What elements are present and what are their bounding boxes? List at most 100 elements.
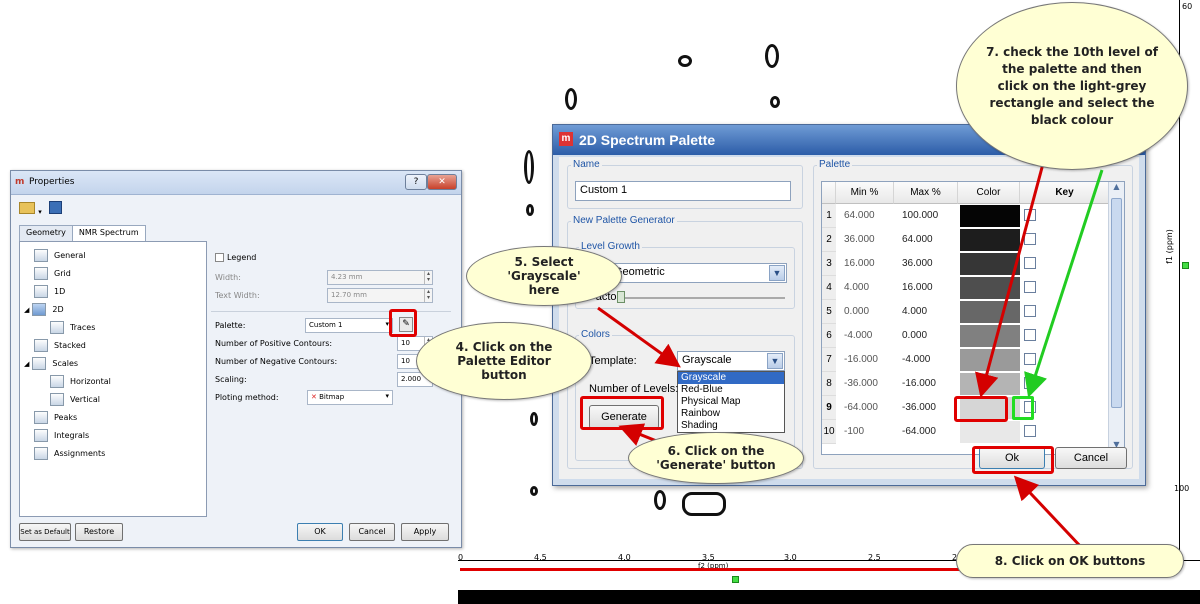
color-swatch[interactable]	[960, 301, 1020, 323]
template-label: Template:	[589, 355, 637, 367]
tree-item-assignments[interactable]: Assignments	[34, 446, 105, 462]
color-swatch[interactable]	[960, 373, 1020, 395]
tree-item-traces[interactable]: Traces	[50, 320, 95, 336]
color-swatch[interactable]	[960, 349, 1020, 371]
table-scrollbar[interactable]: ▲ ▼	[1108, 182, 1124, 454]
row-max: -4.000	[902, 354, 931, 365]
tree-item-horizontal[interactable]: Horizontal	[50, 374, 111, 390]
palette-row[interactable]: 3 16.000 36.000	[822, 252, 1088, 276]
x-axis-handle[interactable]	[732, 576, 739, 583]
template-option[interactable]: Rainbow	[678, 408, 784, 420]
set-as-default-button[interactable]: Set as Default	[19, 523, 71, 541]
color-swatch[interactable]	[960, 205, 1020, 227]
legend-checkbox[interactable]	[215, 253, 224, 262]
tree-item-grid[interactable]: Grid	[34, 266, 71, 282]
template-option[interactable]: Shading	[678, 420, 784, 432]
growth-select[interactable]: Geometric ▼	[609, 263, 787, 283]
close-button[interactable]: ✕	[427, 174, 457, 190]
tree-item-general[interactable]: General	[34, 248, 86, 264]
settings-tree: General Grid 1D ◢ 2D Traces Stacked ◢ Scal…	[19, 241, 207, 517]
color-swatch[interactable]	[960, 253, 1020, 275]
tree-item-stacked[interactable]: Stacked	[34, 338, 86, 354]
tree-label: 2D	[52, 305, 64, 314]
help-button[interactable]: ?	[405, 174, 427, 190]
stacked-icon	[34, 339, 48, 352]
palette-row[interactable]: 8 -36.000 -16.000	[822, 372, 1088, 396]
col-color-header: Color	[958, 182, 1020, 204]
row-max: 16.000	[902, 282, 933, 293]
row-index: 1	[822, 204, 836, 228]
app-icon: m	[15, 177, 25, 187]
key-checkbox[interactable]	[1024, 281, 1036, 293]
cancel-button[interactable]: Cancel	[1055, 447, 1127, 469]
y-tick-label: 100	[1174, 484, 1190, 493]
key-checkbox[interactable]	[1024, 233, 1036, 245]
tree-item-scales[interactable]: ◢ Scales	[24, 356, 78, 372]
palette-row[interactable]: 1 64.000 100.000	[822, 204, 1088, 228]
palette-row[interactable]: 4 4.000 16.000	[822, 276, 1088, 300]
row-max: -64.000	[902, 426, 936, 437]
width-field[interactable]: 4.23 mm ▴ ▾	[327, 270, 433, 285]
palette-dialog-body: Name Custom 1 New Palette Generator Leve…	[559, 157, 1139, 479]
x-tick-label: 3.5	[702, 553, 715, 562]
tree-item-peaks[interactable]: Peaks	[34, 410, 77, 426]
dropdown-arrow-icon[interactable]: ▾	[38, 208, 42, 216]
expand-icon[interactable]: ◢	[24, 360, 29, 368]
palette-row[interactable]: 10 -100 -64.000	[822, 420, 1088, 444]
chevron-down-icon[interactable]: ▼	[769, 265, 785, 281]
key-checkbox[interactable]	[1024, 425, 1036, 437]
y-axis-handle[interactable]	[1182, 262, 1189, 269]
key-checkbox[interactable]	[1024, 305, 1036, 317]
color-swatch[interactable]	[960, 325, 1020, 347]
open-folder-icon[interactable]	[19, 202, 35, 214]
key-checkbox[interactable]	[1024, 329, 1036, 341]
scroll-thumb[interactable]	[1111, 198, 1122, 408]
ok-button[interactable]: OK	[297, 523, 343, 541]
text-width-label: Text Width:	[215, 291, 260, 300]
template-option[interactable]: Grayscale	[678, 372, 784, 384]
template-select[interactable]: Grayscale ▼	[677, 351, 785, 371]
key-checkbox[interactable]	[1024, 377, 1036, 389]
template-dropdown-list: Grayscale Red-Blue Physical Map Rainbow …	[677, 371, 785, 433]
row-min: 4.000	[844, 282, 870, 293]
tree-item-integrals[interactable]: Integrals	[34, 428, 89, 444]
key-checkbox[interactable]	[1024, 257, 1036, 269]
levels-label: Number of Levels:	[589, 383, 679, 395]
palette-row[interactable]: 6 -4.000 0.000	[822, 324, 1088, 348]
restore-button[interactable]: Restore	[75, 523, 123, 541]
color-swatch[interactable]	[960, 277, 1020, 299]
palette-row[interactable]: 5 0.000 4.000	[822, 300, 1088, 324]
tree-item-vertical[interactable]: Vertical	[50, 392, 100, 408]
expand-icon[interactable]: ◢	[24, 306, 29, 314]
template-option[interactable]: Red-Blue	[678, 384, 784, 396]
template-option[interactable]: Physical Map	[678, 396, 784, 408]
tab-geometry[interactable]: Geometry	[19, 225, 73, 241]
color-swatch[interactable]	[960, 229, 1020, 251]
palette-row[interactable]: 2 36.000 64.000	[822, 228, 1088, 252]
palette-row[interactable]: 7 -16.000 -4.000	[822, 348, 1088, 372]
key-checkbox[interactable]	[1024, 353, 1036, 365]
generate-highlight	[580, 396, 664, 430]
plot-method-select[interactable]: ✕ Bitmap ▾	[307, 390, 393, 405]
factor-slider-track[interactable]	[619, 297, 785, 299]
color-swatch[interactable]	[960, 421, 1020, 443]
text-width-field[interactable]: 12.70 mm ▴ ▾	[327, 288, 433, 303]
cancel-button[interactable]: Cancel	[349, 523, 395, 541]
x-tick-label: 3.0	[784, 553, 797, 562]
spin-icon[interactable]: ▴▾	[424, 289, 432, 302]
tree-item-1d[interactable]: 1D	[34, 284, 65, 300]
factor-slider-handle[interactable]	[617, 291, 625, 303]
tab-nmr-spectrum[interactable]: NMR Spectrum	[71, 225, 146, 241]
save-icon[interactable]	[48, 201, 62, 214]
x-tick-label: 4.0	[618, 553, 631, 562]
apply-button[interactable]: Apply	[401, 523, 449, 541]
chevron-down-icon[interactable]: ▼	[767, 353, 783, 369]
properties-tabs: Geometry NMR Spectrum	[19, 225, 146, 241]
key-checkbox[interactable]	[1024, 209, 1036, 221]
key-checkbox-highlight	[1012, 396, 1034, 420]
palette-select[interactable]: Custom 1 ▾	[305, 318, 393, 333]
name-input[interactable]: Custom 1	[575, 181, 791, 201]
tree-item-2d[interactable]: ◢ 2D	[24, 302, 64, 318]
scroll-up-icon[interactable]: ▲	[1109, 182, 1124, 196]
spin-icon[interactable]: ▴▾	[424, 271, 432, 284]
